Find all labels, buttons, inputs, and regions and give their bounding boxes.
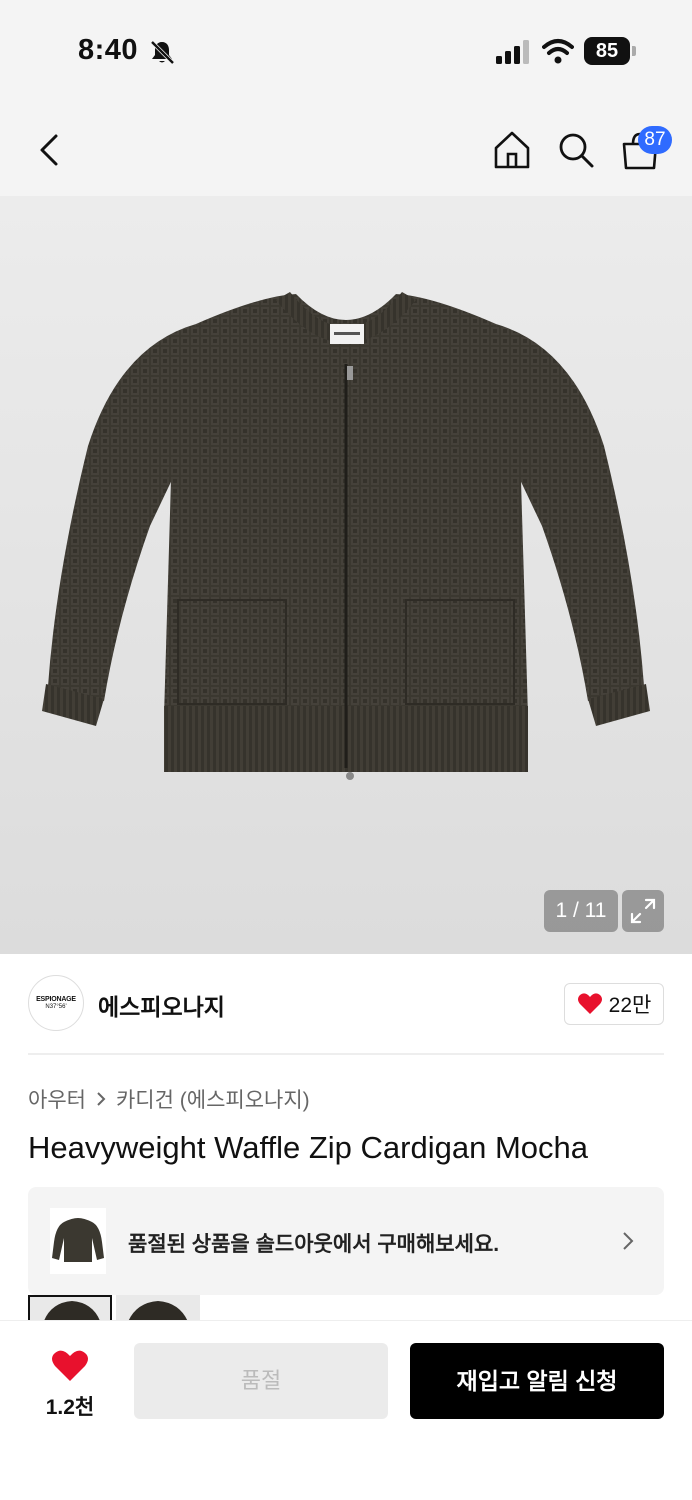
back-arrow-icon[interactable] <box>30 128 70 172</box>
brand-like-button[interactable]: 22만 <box>564 983 664 1025</box>
image-counter: 1 / 11 <box>544 890 618 932</box>
brand-logo-text: ESPIONAGE <box>36 996 76 1003</box>
thumbnail-image <box>128 1301 188 1321</box>
brand-logo-sub: N37°56' <box>45 1004 67 1010</box>
cart-count-badge: 87 <box>638 126 672 154</box>
soldout-button: 품절 <box>134 1343 388 1419</box>
signal-icon <box>496 40 529 64</box>
battery-indicator: 85 <box>584 37 636 65</box>
home-icon[interactable] <box>492 128 532 172</box>
status-time: 8:40 <box>78 34 139 66</box>
chevron-right-icon <box>97 1092 106 1106</box>
status-bar: 8:40 85 <box>0 0 692 100</box>
thumbnail-item[interactable] <box>116 1295 200 1321</box>
battery-level: 85 <box>584 37 630 65</box>
thumbnail-item[interactable] <box>28 1295 112 1321</box>
thumbnail-strip <box>28 1295 204 1321</box>
soldout-promo-banner[interactable]: 품절된 상품을 솔드아웃에서 구매해보세요. <box>28 1187 664 1295</box>
promo-thumbnail <box>50 1208 106 1274</box>
divider <box>28 1053 664 1055</box>
wishlist-count: 1.2천 <box>45 1396 95 1419</box>
bell-off-icon <box>150 40 175 65</box>
battery-tip <box>632 46 636 56</box>
breadcrumb-item-outer[interactable]: 아우터 <box>28 1084 86 1114</box>
brand-row[interactable]: ESPIONAGE N37°56' 에스피오나지 22만 <box>0 954 692 1054</box>
promo-cardigan-image <box>52 1218 104 1262</box>
expand-button[interactable] <box>622 890 664 932</box>
wifi-icon <box>542 39 574 64</box>
heart-icon <box>577 993 602 1014</box>
brand-name[interactable]: 에스피오나지 <box>98 988 225 1022</box>
chevron-right-icon <box>623 1232 634 1250</box>
breadcrumb: 아우터 카디건 (에스피오나지) <box>28 1084 310 1114</box>
promo-text: 품절된 상품을 솔드아웃에서 구매해보세요. <box>128 1233 500 1256</box>
bottom-action-bar: 1.2천 품절 재입고 알림 신청 <box>0 1320 692 1500</box>
restock-alert-button[interactable]: 재입고 알림 신청 <box>410 1343 664 1419</box>
top-nav-bar <box>0 100 692 196</box>
expand-icon <box>630 898 656 924</box>
brand-logo[interactable]: ESPIONAGE N37°56' <box>28 975 84 1031</box>
thumbnail-image <box>43 1301 101 1321</box>
product-title: Heavyweight Waffle Zip Cardigan Mocha <box>28 1130 588 1165</box>
search-icon[interactable] <box>556 128 596 172</box>
brand-like-count: 22만 <box>608 994 652 1017</box>
cardigan-image <box>42 292 650 780</box>
breadcrumb-item-cardigan[interactable]: 카디건 (에스피오나지) <box>116 1084 310 1114</box>
product-image-gallery[interactable]: 1 / 11 <box>0 196 692 954</box>
heart-icon <box>52 1350 88 1381</box>
wishlist-button[interactable]: 1.2천 <box>28 1345 112 1425</box>
